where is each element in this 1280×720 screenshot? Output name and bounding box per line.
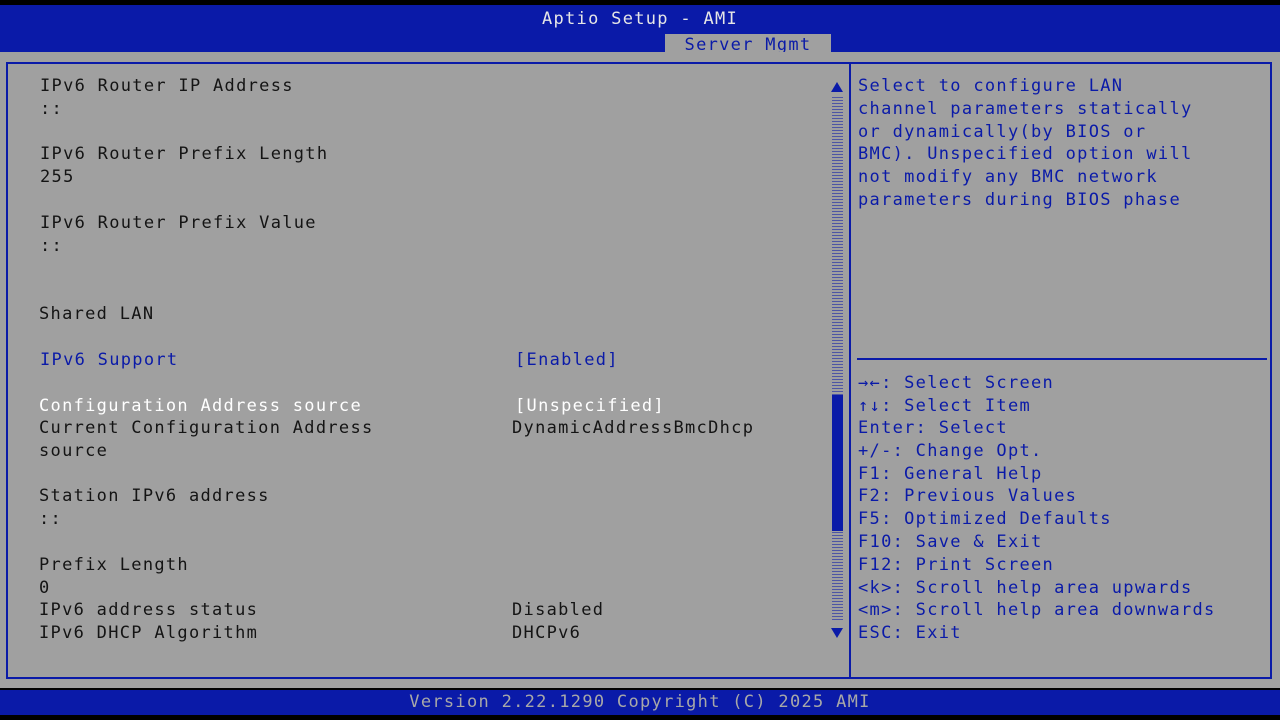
current-config-address-value: DynamicAddressBmcDhcp: [512, 418, 755, 438]
key-help-scroll-down: <m>: Scroll help area downwards: [858, 600, 1216, 620]
key-help-f12: F12: Print Screen: [858, 555, 1055, 575]
config-address-source-value[interactable]: [Unspecified]: [515, 395, 665, 418]
ipv6-dhcp-algorithm-value: DHCPv6: [512, 623, 582, 643]
current-config-address-label-cont: source: [39, 441, 109, 461]
key-help-esc: ESC: Exit: [858, 623, 962, 643]
shared-lan-heading: Shared LAN: [39, 304, 155, 324]
help-text-line: channel parameters statically: [858, 99, 1193, 119]
station-ipv6-address-label: Station IPv6 address: [39, 486, 270, 506]
key-help-select-item: ↑↓: Select Item: [858, 396, 1032, 416]
ipv6-router-prefix-value-label: IPv6 Router Prefix Value: [40, 213, 317, 233]
ipv6-address-status-value: Disabled: [512, 600, 605, 620]
help-text-line: BMC). Unspecified option will: [858, 144, 1193, 164]
app-title: Aptio Setup - AMI: [541, 9, 739, 29]
key-help-f5: F5: Optimized Defaults: [858, 509, 1112, 529]
ipv6-router-prefix-value-value: ::: [40, 236, 64, 256]
help-text-line: Select to configure LAN: [858, 76, 1124, 96]
scrollbar-track[interactable]: [832, 97, 843, 622]
key-help-select-screen: →←: Select Screen: [858, 373, 1055, 393]
ipv6-router-ip-label: IPv6 Router IP Address: [40, 76, 294, 96]
ipv6-router-prefix-length-label: IPv6 Router Prefix Length: [40, 144, 329, 164]
version-footer: Version 2.22.1290 Copyright (C) 2025 AMI: [0, 690, 1280, 715]
ipv6-router-prefix-length-value: 255: [40, 167, 75, 187]
key-help-scroll-up: <k>: Scroll help area upwards: [858, 578, 1193, 598]
help-divider: [857, 358, 1267, 360]
ipv6-address-status-label: IPv6 address status: [39, 600, 259, 620]
help-text-line: parameters during BIOS phase: [858, 190, 1181, 210]
key-help-f1: F1: General Help: [858, 464, 1043, 484]
scroll-down-arrow-icon[interactable]: [831, 628, 843, 638]
scrollbar-thumb[interactable]: [832, 395, 843, 531]
ipv6-dhcp-algorithm-label: IPv6 DHCP Algorithm: [39, 623, 259, 643]
help-text-line: not modify any BMC network: [858, 167, 1158, 187]
key-help-change-opt: +/-: Change Opt.: [858, 441, 1043, 461]
ipv6-support-label[interactable]: IPv6 Support: [40, 349, 178, 372]
ipv6-support-value[interactable]: [Enabled]: [515, 349, 619, 372]
panel-divider: [849, 62, 851, 679]
scroll-up-arrow-icon[interactable]: [831, 82, 843, 92]
prefix-length-label: Prefix Length: [39, 555, 189, 575]
key-help-f2: F2: Previous Values: [858, 486, 1078, 506]
config-address-source-label[interactable]: Configuration Address source: [39, 395, 362, 418]
key-help-enter: Enter: Select: [858, 418, 1008, 438]
station-ipv6-address-value: ::: [39, 509, 63, 529]
setup-main-area: IPv6 Router IP Address :: IPv6 Router Pr…: [0, 52, 1280, 688]
current-config-address-label: Current Configuration Address: [39, 418, 374, 438]
title-bar: Aptio Setup - AMI Server Mgmt: [0, 5, 1280, 57]
key-help-f10: F10: Save & Exit: [858, 532, 1043, 552]
prefix-length-value: 0: [39, 578, 51, 598]
ipv6-router-ip-value: ::: [40, 99, 64, 119]
help-text-line: or dynamically(by BIOS or: [858, 122, 1147, 142]
